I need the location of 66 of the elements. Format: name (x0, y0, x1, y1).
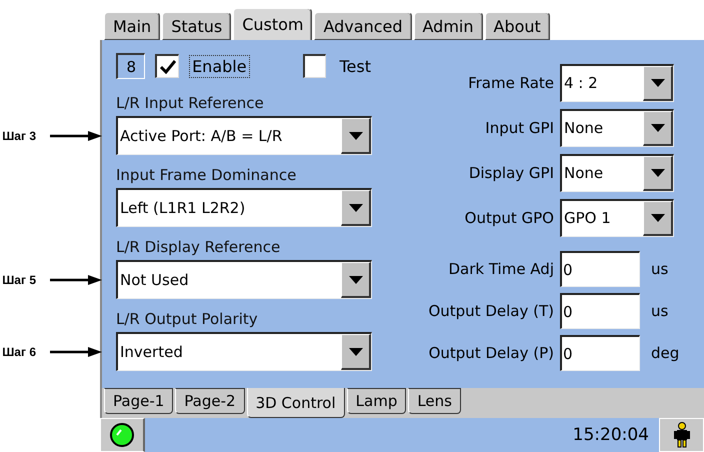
tab[interactable]: Advanced (314, 12, 412, 40)
person-icon[interactable] (674, 422, 690, 448)
select-dropdown[interactable]: Active Port: A/B = L/R (116, 116, 372, 155)
step-label: Шаг 6 (2, 344, 36, 358)
dropdown-button[interactable] (341, 334, 371, 370)
unit-label: us (651, 302, 668, 320)
tab[interactable]: Lamp (346, 388, 406, 414)
dropdown-button[interactable] (341, 118, 371, 154)
select-dropdown[interactable]: Not Used (116, 260, 372, 299)
tab[interactable]: Custom (233, 8, 312, 40)
tab[interactable]: About (484, 12, 550, 40)
select-dropdown[interactable]: Inverted (116, 332, 372, 371)
down-arrow-icon (650, 124, 664, 132)
step-label: Шаг 5 (2, 272, 36, 286)
input-field[interactable]: 0 (560, 335, 640, 371)
checkbox-label: Enable (189, 54, 250, 78)
dropdown-button[interactable] (341, 190, 371, 226)
check-icon (160, 60, 176, 74)
field-label: Output Delay (T) (428, 302, 554, 320)
unit-label: deg (651, 344, 680, 362)
tab[interactable]: Page-2 (175, 388, 245, 414)
checkbox-label: Test (338, 56, 372, 78)
dropdown-button[interactable] (643, 156, 673, 190)
number-field[interactable]: 8 (116, 53, 146, 79)
down-arrow-icon (348, 276, 362, 284)
dropdown-button[interactable] (341, 262, 371, 298)
select-dropdown[interactable]: GPO 1 (560, 198, 674, 236)
arrow-icon (50, 130, 102, 140)
down-arrow-icon (650, 78, 664, 86)
field-label: L/R Output Polarity (116, 309, 259, 329)
field-label: L/R Display Reference (116, 237, 282, 257)
step-label: Шаг 3 (2, 128, 36, 142)
field-label: Input GPI (485, 118, 554, 136)
down-arrow-icon (650, 168, 664, 176)
field-label: Output Delay (P) (428, 344, 554, 362)
down-arrow-icon (650, 214, 664, 222)
test-checkbox[interactable] (302, 54, 326, 78)
tab[interactable]: Admin (414, 12, 483, 40)
tab[interactable]: Page-1 (104, 388, 174, 414)
arrow-icon (50, 274, 102, 284)
field-label: Display GPI (468, 164, 554, 182)
down-arrow-icon (348, 348, 362, 356)
dropdown-button[interactable] (643, 66, 673, 100)
dropdown-button[interactable] (643, 110, 673, 146)
tab[interactable]: 3D Control (246, 388, 345, 418)
arrow-icon (50, 346, 102, 356)
enable-checkbox[interactable] (155, 54, 180, 78)
input-field[interactable]: 0 (560, 293, 640, 329)
field-label: L/R Input Reference (116, 93, 265, 113)
select-dropdown[interactable]: None (560, 154, 674, 192)
tab[interactable]: Main (104, 12, 160, 40)
tab[interactable]: Status (162, 12, 232, 40)
dropdown-button[interactable] (643, 200, 673, 236)
field-label: Dark Time Adj (448, 260, 554, 278)
clock-time: 15:20:04 (572, 425, 649, 445)
field-label: Input Frame Dominance (116, 165, 298, 185)
down-arrow-icon (348, 132, 362, 140)
select-dropdown[interactable]: Left (L1R1 L2R2) (116, 188, 372, 227)
unit-label: us (651, 260, 668, 278)
select-dropdown[interactable]: None (560, 108, 674, 146)
input-field[interactable]: 0 (560, 251, 640, 287)
tab[interactable]: Lens (408, 388, 461, 414)
down-arrow-icon (348, 204, 362, 212)
field-label: Output GPO (464, 208, 554, 226)
select-dropdown[interactable]: 4 : 2 (560, 64, 674, 102)
field-label: Frame Rate (468, 74, 554, 92)
